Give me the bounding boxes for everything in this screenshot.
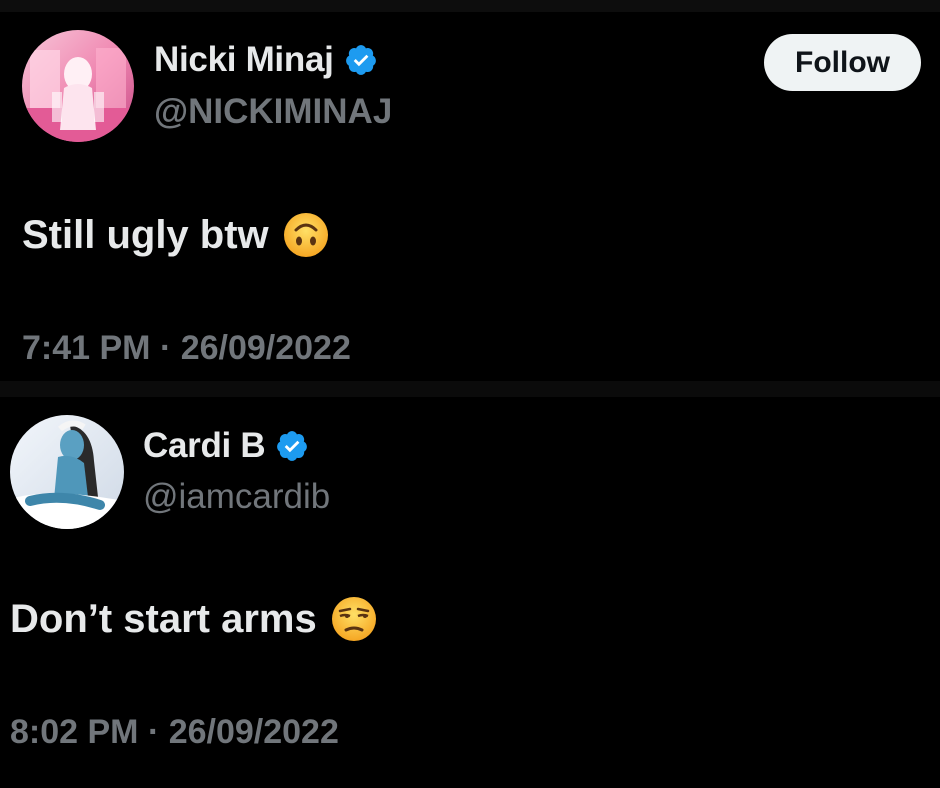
divider <box>0 381 940 397</box>
verified-badge-icon[interactable] <box>344 43 378 77</box>
timestamp[interactable]: 8:02 PM · 26/09/2022 <box>10 713 339 752</box>
upside-down-face-icon <box>283 212 329 258</box>
timestamp[interactable]: 7:41 PM · 26/09/2022 <box>22 329 351 368</box>
tweet-text: Still ugly btw <box>22 212 269 257</box>
verified-badge-icon[interactable] <box>275 429 309 463</box>
avatar[interactable] <box>10 415 124 529</box>
unamused-face-icon <box>331 596 377 642</box>
avatar[interactable] <box>22 30 134 142</box>
user-handle[interactable]: @iamcardib <box>143 477 330 517</box>
name-row: Nicki Minaj <box>154 40 378 80</box>
display-name[interactable]: Nicki Minaj <box>154 40 334 80</box>
tweet-thread: Nicki Minaj @NICKIMINAJ Follow Still ugl… <box>0 0 940 788</box>
top-strip <box>0 0 940 12</box>
tweet-body: Still ugly btw <box>22 212 329 258</box>
display-name[interactable]: Cardi B <box>143 426 266 466</box>
follow-button[interactable]: Follow <box>764 34 921 91</box>
tweet-body: Don’t start arms <box>10 596 377 642</box>
user-handle[interactable]: @NICKIMINAJ <box>154 92 392 132</box>
name-row: Cardi B <box>143 426 309 466</box>
tweet-text: Don’t start arms <box>10 596 317 641</box>
